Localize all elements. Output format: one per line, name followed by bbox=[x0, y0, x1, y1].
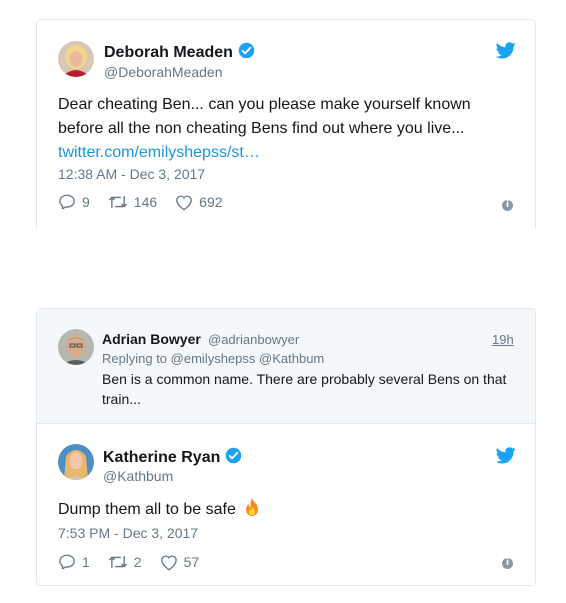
tweet-text: Dump them all to be safe bbox=[58, 497, 262, 522]
like-count: 57 bbox=[183, 554, 200, 570]
reply-time[interactable]: 19h bbox=[492, 332, 514, 347]
retweet-count: 2 bbox=[133, 554, 142, 570]
reply-text-line-2: train... bbox=[102, 391, 141, 407]
reply-count: 1 bbox=[82, 554, 90, 570]
avatar[interactable] bbox=[58, 444, 94, 480]
heart-icon bbox=[176, 194, 192, 210]
tweet-text-line-2: before all the non cheating Bens find ou… bbox=[58, 120, 465, 137]
info-icon[interactable]: i bbox=[502, 558, 513, 569]
like-button[interactable]: 692 bbox=[175, 194, 223, 211]
avatar[interactable] bbox=[58, 41, 94, 77]
retweet-icon bbox=[108, 555, 127, 569]
verified-badge-icon bbox=[238, 42, 255, 59]
timestamp[interactable]: 12:38 AM - Dec 3, 2017 bbox=[58, 166, 205, 182]
retweet-button[interactable]: 2 bbox=[108, 553, 142, 571]
author-handle[interactable]: @Kathbum bbox=[103, 468, 173, 484]
author-name[interactable]: Deborah Meaden bbox=[104, 42, 255, 62]
like-button[interactable]: 57 bbox=[160, 554, 200, 571]
action-bar: 9 146 692 bbox=[58, 193, 241, 211]
twitter-bird-icon[interactable] bbox=[496, 42, 516, 59]
tweet-card-katherine: Adrian Bowyer @adrianbowyer 19h Replying… bbox=[36, 308, 536, 586]
reply-icon bbox=[59, 554, 75, 570]
retweet-icon bbox=[108, 195, 127, 209]
reply-avatar[interactable] bbox=[58, 329, 94, 365]
fire-emoji-icon bbox=[246, 498, 259, 516]
reply-author-name[interactable]: Adrian Bowyer bbox=[102, 331, 201, 347]
verified-badge-icon bbox=[226, 447, 242, 464]
reply-text-line-1: Ben is a common name. There are probably… bbox=[102, 371, 507, 387]
retweet-count: 146 bbox=[133, 194, 158, 210]
info-icon[interactable]: i bbox=[502, 200, 513, 211]
reply-button[interactable]: 9 bbox=[58, 193, 90, 211]
retweet-button[interactable]: 146 bbox=[108, 193, 157, 211]
replying-to: Replying to @emilyshepss @Kathbum bbox=[102, 351, 324, 366]
mention-kathbum[interactable]: @Kathbum bbox=[259, 351, 324, 366]
tweet-link-row: twitter.com/emilyshepss/st… bbox=[58, 141, 260, 165]
tweet-text-line-1: Dear cheating Ben... can you please make… bbox=[58, 96, 471, 113]
action-bar: 1 2 57 bbox=[58, 553, 217, 571]
mention-emilyshepss[interactable]: @emilyshepss bbox=[171, 351, 256, 366]
heart-icon bbox=[160, 554, 177, 570]
reply-button[interactable]: 1 bbox=[58, 553, 90, 571]
twitter-bird-icon[interactable] bbox=[496, 447, 516, 464]
tweet-link[interactable]: twitter.com/emilyshepss/st… bbox=[58, 144, 260, 161]
author-handle[interactable]: @DeborahMeaden bbox=[104, 64, 223, 80]
like-count: 692 bbox=[199, 194, 223, 210]
reply-icon bbox=[59, 194, 75, 210]
replying-to-label: Replying to bbox=[102, 351, 168, 366]
timestamp[interactable]: 7:53 PM - Dec 3, 2017 bbox=[58, 525, 198, 541]
author-name[interactable]: Katherine Ryan bbox=[103, 447, 242, 467]
reply-count: 9 bbox=[82, 194, 90, 210]
reply-author-handle[interactable]: @adrianbowyer bbox=[208, 332, 299, 347]
tweet-card-deborah: Deborah Meaden @DeborahMeaden Dear cheat… bbox=[36, 19, 536, 229]
